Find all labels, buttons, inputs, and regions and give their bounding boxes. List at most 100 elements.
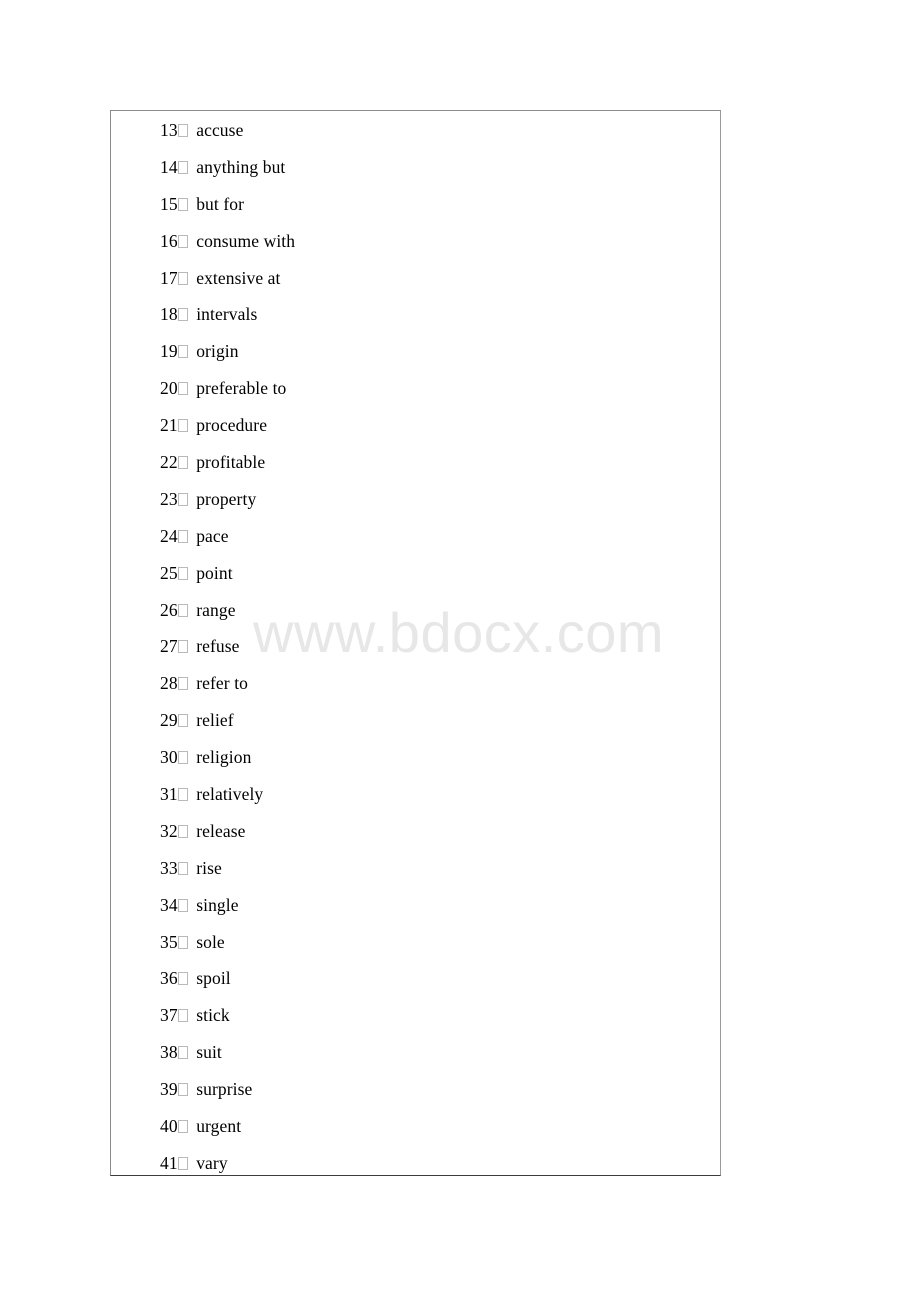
list-item-number: 29 xyxy=(160,710,178,731)
vocabulary-list: 13 accuse 14 anything but 15 but for 16 consume… xyxy=(160,112,700,1182)
list-item-number: 24 xyxy=(160,525,178,546)
list-item-number: 14 xyxy=(160,156,178,177)
tofu-box-icon xyxy=(178,603,189,617)
tofu-box-icon xyxy=(178,308,189,322)
list-item: 27 refuse xyxy=(160,628,700,665)
list-item: 20 preferable to xyxy=(160,370,700,407)
list-item-word: single xyxy=(196,894,239,915)
list-item-number: 39 xyxy=(160,1079,178,1100)
list-item-number: 33 xyxy=(160,857,178,878)
list-item: 30 religion xyxy=(160,739,700,776)
list-item-word: procedure xyxy=(196,415,268,436)
list-item: 19 origin xyxy=(160,333,700,370)
list-item: 22 profitable xyxy=(160,444,700,481)
list-item-number: 35 xyxy=(160,931,178,952)
list-item-number: 38 xyxy=(160,1042,178,1063)
tofu-box-icon xyxy=(178,197,189,211)
content-frame: 13 accuse 14 anything but 15 but for 16 consume… xyxy=(110,110,721,1176)
list-item: 29 relief xyxy=(160,702,700,739)
list-item-number: 23 xyxy=(160,488,178,509)
list-item-word: rise xyxy=(196,857,222,878)
list-item-word: property xyxy=(196,488,257,509)
list-item-number: 27 xyxy=(160,636,178,657)
list-item-word: sole xyxy=(196,931,225,952)
list-item-word: refuse xyxy=(196,636,240,657)
tofu-box-icon xyxy=(178,788,189,802)
list-item: 28 refer to xyxy=(160,665,700,702)
list-item: 39 surprise xyxy=(160,1071,700,1108)
tofu-box-icon xyxy=(178,677,189,691)
tofu-box-icon xyxy=(178,529,189,543)
tofu-box-icon xyxy=(178,382,189,396)
list-item-number: 22 xyxy=(160,452,178,473)
list-item-number: 16 xyxy=(160,230,178,251)
list-item-number: 20 xyxy=(160,378,178,399)
list-item-number: 21 xyxy=(160,415,178,436)
list-item-number: 17 xyxy=(160,267,178,288)
list-item: 21 procedure xyxy=(160,407,700,444)
list-item: 36 spoil xyxy=(160,960,700,997)
list-item: 41 vary xyxy=(160,1145,700,1182)
list-item-word: but for xyxy=(196,193,245,214)
list-item: 37 stick xyxy=(160,997,700,1034)
tofu-box-icon xyxy=(178,824,189,838)
list-item: 25 point xyxy=(160,555,700,592)
list-item-word: preferable to xyxy=(196,378,287,399)
list-item: 18 intervals xyxy=(160,296,700,333)
list-item-word: spoil xyxy=(196,968,231,989)
list-item: 13 accuse xyxy=(160,112,700,149)
list-item-word: urgent xyxy=(196,1116,242,1137)
list-item-number: 41 xyxy=(160,1152,178,1173)
list-item-word: point xyxy=(196,562,233,583)
list-item-word: origin xyxy=(196,341,239,362)
tofu-box-icon xyxy=(178,714,189,728)
list-item-number: 26 xyxy=(160,599,178,620)
list-item-word: profitable xyxy=(196,452,266,473)
list-item: 17 extensive at xyxy=(160,260,700,297)
list-item-word: extensive at xyxy=(196,267,281,288)
tofu-box-icon xyxy=(178,566,189,580)
list-item-number: 19 xyxy=(160,341,178,362)
tofu-box-icon xyxy=(178,640,189,654)
list-item-word: intervals xyxy=(196,304,258,325)
list-item: 40 urgent xyxy=(160,1108,700,1145)
tofu-box-icon xyxy=(178,972,189,986)
list-item: 31 relatively xyxy=(160,776,700,813)
tofu-box-icon xyxy=(178,1156,189,1170)
list-item: 33 rise xyxy=(160,850,700,887)
list-item: 23 property xyxy=(160,481,700,518)
list-item: 34 single xyxy=(160,887,700,924)
tofu-box-icon xyxy=(178,1009,189,1023)
list-item-number: 37 xyxy=(160,1005,178,1026)
tofu-box-icon xyxy=(178,492,189,506)
list-item-word: religion xyxy=(196,747,252,768)
tofu-box-icon xyxy=(178,160,189,174)
list-item-word: surprise xyxy=(196,1079,253,1100)
list-item: 38 suit xyxy=(160,1034,700,1071)
tofu-box-icon xyxy=(178,234,189,248)
list-item-word: consume with xyxy=(196,230,296,251)
list-item-word: range xyxy=(196,599,236,620)
list-item-word: anything but xyxy=(196,156,286,177)
tofu-box-icon xyxy=(178,124,189,137)
list-item-word: release xyxy=(196,820,246,841)
list-item-number: 25 xyxy=(160,562,178,583)
tofu-box-icon xyxy=(178,419,189,433)
list-item-number: 36 xyxy=(160,968,178,989)
list-item: 14 anything but xyxy=(160,149,700,186)
list-item-word: suit xyxy=(196,1042,222,1063)
tofu-box-icon xyxy=(178,1120,189,1134)
list-item: 26 range xyxy=(160,592,700,629)
tofu-box-icon xyxy=(178,456,189,470)
list-item: 15 but for xyxy=(160,186,700,223)
list-item-number: 40 xyxy=(160,1116,178,1137)
list-item-number: 18 xyxy=(160,304,178,325)
list-item-number: 34 xyxy=(160,894,178,915)
tofu-box-icon xyxy=(178,1046,189,1060)
list-item-number: 31 xyxy=(160,784,178,805)
list-item-word: relatively xyxy=(196,784,264,805)
list-item: 24 pace xyxy=(160,518,700,555)
tofu-box-icon xyxy=(178,1083,189,1097)
list-item-number: 13 xyxy=(160,120,178,140)
list-item-word: stick xyxy=(196,1005,230,1026)
